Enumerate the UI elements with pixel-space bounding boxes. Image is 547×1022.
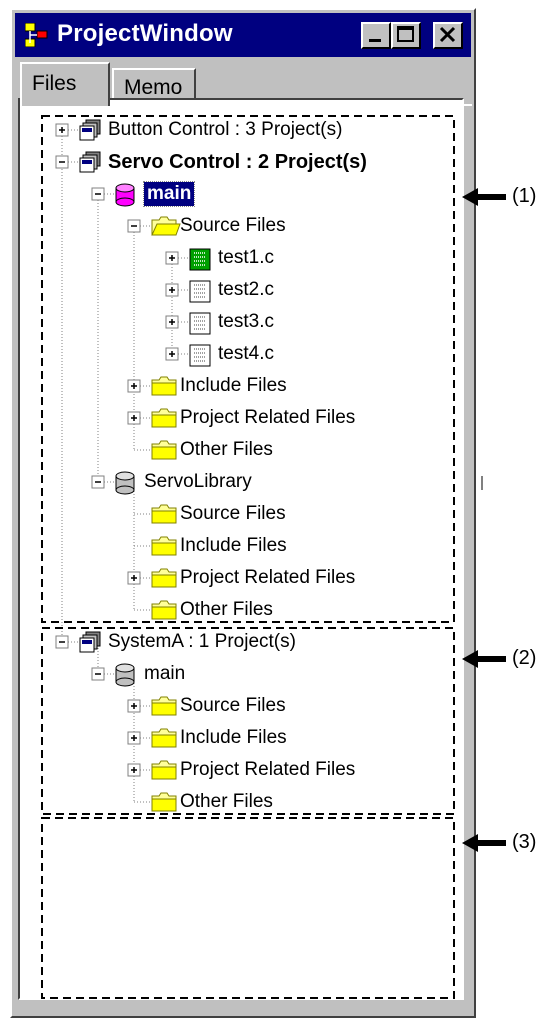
tree-expander-minus-icon[interactable] [55, 635, 69, 649]
callout-arrows [462, 188, 506, 852]
tree-item-label[interactable]: test4.c [218, 342, 274, 366]
workspace-icon [79, 151, 101, 173]
tree-item-label[interactable]: main [144, 662, 185, 686]
tree-item-label[interactable]: Include Files [180, 374, 287, 398]
tree-expander-plus-icon[interactable] [127, 379, 141, 393]
c-file-icon [189, 280, 211, 303]
tree-item-label[interactable]: test3.c [218, 310, 274, 334]
folder-icon [151, 600, 177, 620]
tree-item-label[interactable]: Other Files [180, 438, 273, 462]
tree-expander-minus-icon[interactable] [91, 475, 105, 489]
workspace-icon [79, 119, 101, 141]
tree-expander-plus-icon[interactable] [165, 251, 179, 265]
region-box-3 [41, 817, 455, 999]
tree-item-label[interactable]: test1.c [218, 246, 274, 270]
tree-expander-minus-icon[interactable] [127, 219, 141, 233]
tree-item-label[interactable]: Project Related Files [180, 758, 355, 782]
callout-label-2: (2) [512, 647, 537, 669]
callout-label-3: (3) [512, 831, 537, 853]
tree-item-label[interactable]: Include Files [180, 534, 287, 558]
folder-icon [151, 408, 177, 428]
tree-item-label[interactable]: ServoLibrary [144, 470, 252, 494]
tree-item-label[interactable]: Source Files [180, 502, 286, 526]
open-folder-icon [151, 216, 181, 236]
tree-item-label[interactable]: main [142, 181, 196, 207]
folder-icon [151, 728, 177, 748]
project-db-icon-magenta [115, 183, 135, 207]
region-box-2 [41, 627, 455, 815]
tree-item-label[interactable]: Source Files [180, 214, 286, 238]
c-file-opt-icon [189, 248, 211, 271]
workspace-icon [79, 631, 101, 653]
tree-expander-plus-icon[interactable] [165, 347, 179, 361]
tree-item-label[interactable]: Other Files [180, 790, 273, 814]
folder-icon [151, 760, 177, 780]
project-db-icon [115, 471, 135, 495]
tree-expander-plus-icon[interactable] [165, 315, 179, 329]
tree-item-label[interactable]: Other Files [180, 598, 273, 622]
tree-expander-plus-icon[interactable] [55, 123, 69, 137]
folder-icon [151, 696, 177, 716]
tab-files-label: Files [32, 72, 77, 95]
tree-item-label[interactable]: Servo Control : 2 Project(s) [108, 150, 367, 174]
tab-files[interactable]: Files [20, 62, 110, 106]
tree-expander-minus-icon[interactable] [55, 155, 69, 169]
c-file-icon [189, 344, 211, 367]
callout-label-1: (1) [512, 185, 537, 207]
callout-arrow-3 [462, 834, 506, 852]
tree-expander-minus-icon[interactable] [91, 667, 105, 681]
folder-icon [151, 440, 177, 460]
project-db-icon [115, 663, 135, 687]
folder-icon [151, 504, 177, 524]
c-file-icon [189, 312, 211, 335]
tree-expander-plus-icon[interactable] [127, 763, 141, 777]
tree-item-label[interactable]: test2.c [218, 278, 274, 302]
tree-expander-plus-icon[interactable] [127, 571, 141, 585]
tree-expander-plus-icon[interactable] [127, 731, 141, 745]
tree-item-label[interactable]: Include Files [180, 726, 287, 750]
tree-expander-plus-icon[interactable] [127, 411, 141, 425]
tree-item-label[interactable]: Button Control : 3 Project(s) [108, 118, 342, 142]
folder-icon [151, 792, 177, 812]
folder-icon [151, 536, 177, 556]
tree-item-label[interactable]: Project Related Files [180, 406, 355, 430]
tree-expander-plus-icon[interactable] [127, 699, 141, 713]
folder-icon [151, 376, 177, 396]
tree-expander-plus-icon[interactable] [165, 283, 179, 297]
tree-expander-minus-icon[interactable] [91, 187, 105, 201]
callout-arrow-2 [462, 650, 506, 668]
callout-arrow-1 [462, 188, 506, 206]
folder-icon [151, 568, 177, 588]
tree-item-label[interactable]: Project Related Files [180, 566, 355, 590]
tree-item-label[interactable]: Source Files [180, 694, 286, 718]
tree-item-label[interactable]: SystemA : 1 Project(s) [108, 630, 296, 654]
